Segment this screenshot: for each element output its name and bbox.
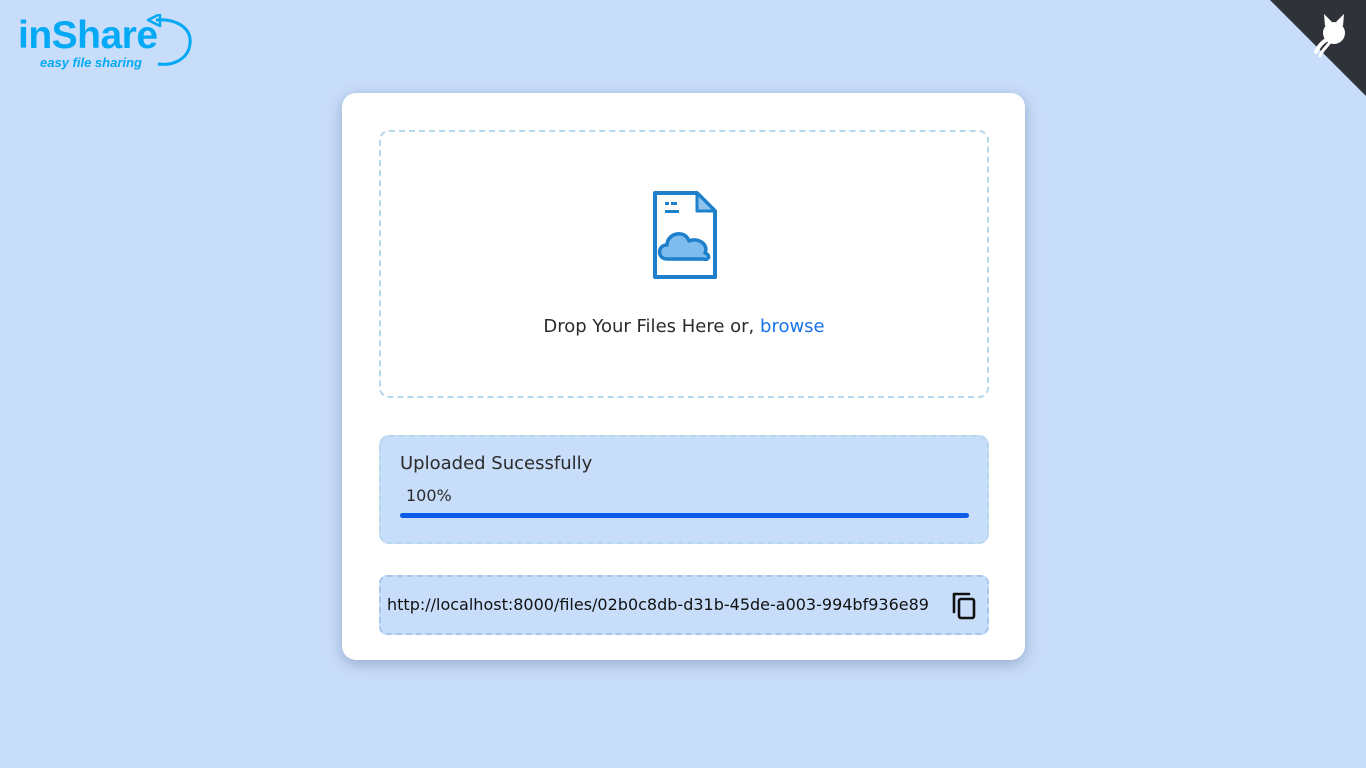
logo-arrow-icon xyxy=(146,14,192,66)
drop-zone[interactable]: Drop Your Files Here or, browse xyxy=(379,130,989,398)
upload-card: Drop Your Files Here or, browse Uploaded… xyxy=(342,93,1025,660)
logo-text: inShare xyxy=(18,14,158,57)
share-link-container xyxy=(379,575,989,635)
drop-instructions: Drop Your Files Here or, browse xyxy=(381,316,987,337)
file-cloud-icon xyxy=(653,191,717,279)
browse-link[interactable]: browse xyxy=(760,316,825,337)
progress-bar xyxy=(400,513,969,518)
share-link-input[interactable] xyxy=(387,590,945,618)
github-corner-link[interactable] xyxy=(1270,0,1366,96)
progress-bar-fill xyxy=(400,513,969,518)
upload-progress-container: Uploaded Sucessfully 100% xyxy=(379,435,989,544)
app-logo: inShare easy file sharing xyxy=(18,14,198,74)
progress-title: Uploaded Sucessfully xyxy=(400,453,593,474)
drop-text: Drop Your Files Here or, xyxy=(543,316,761,337)
logo-tagline: easy file sharing xyxy=(40,55,142,70)
progress-percent: 100% xyxy=(406,486,452,505)
copy-icon[interactable] xyxy=(951,591,977,621)
